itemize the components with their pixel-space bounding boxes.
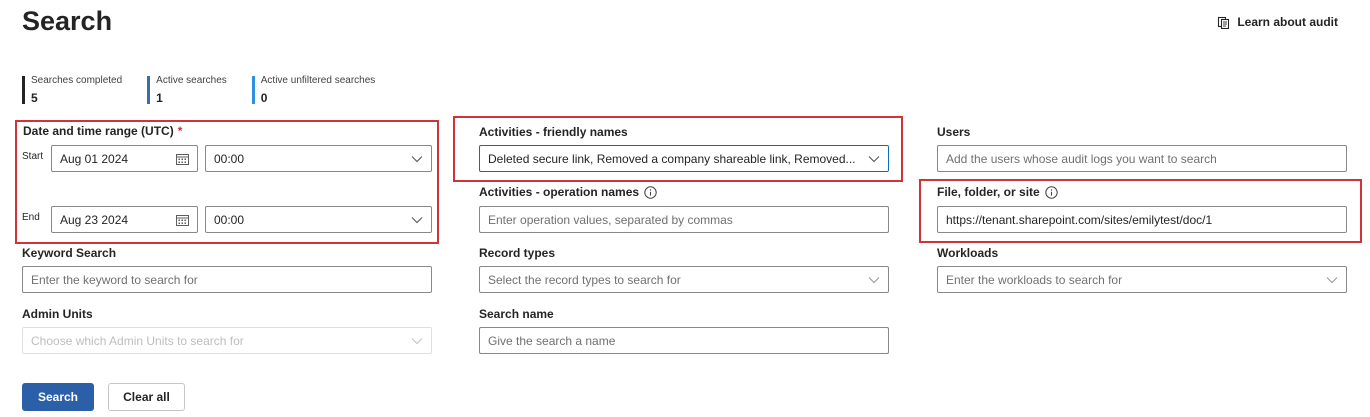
users-input[interactable]: Add the users whose audit logs you want … <box>937 145 1347 172</box>
workloads-dropdown[interactable]: Enter the workloads to search for <box>937 266 1347 293</box>
clear-all-button[interactable]: Clear all <box>108 383 185 411</box>
activities-friendly-highlight <box>453 116 903 182</box>
date-range-highlight <box>15 120 439 244</box>
stat-bar <box>147 76 151 104</box>
admin-units-placeholder: Choose which Admin Units to search for <box>31 333 244 348</box>
file-folder-site-highlight <box>919 179 1362 243</box>
admin-units-label: Admin Units <box>22 307 93 321</box>
stat-label: Searches completed <box>31 75 123 86</box>
workloads-label: Workloads <box>937 246 999 260</box>
stat-bar <box>251 76 255 104</box>
record-types-placeholder: Select the record types to search for <box>488 272 681 287</box>
keyword-search-placeholder: Enter the keyword to search for <box>31 272 198 287</box>
record-types-dropdown[interactable]: Select the record types to search for <box>479 266 889 293</box>
activities-operation-input[interactable]: Enter operation values, separated by com… <box>479 206 889 233</box>
stat-searches-completed: Searches completed 5 <box>22 75 123 105</box>
users-label: Users <box>937 125 971 139</box>
workloads-placeholder: Enter the workloads to search for <box>946 272 1123 287</box>
keyword-search-input[interactable]: Enter the keyword to search for <box>22 266 432 293</box>
search-name-placeholder: Give the search a name <box>488 333 616 348</box>
stat-bar <box>22 76 25 104</box>
search-button[interactable]: Search <box>22 383 94 411</box>
search-stats: Searches completed 5 Active searches 1 A… <box>22 75 400 105</box>
record-types-label: Record types <box>479 246 556 260</box>
chevron-down-icon <box>1326 276 1338 284</box>
info-icon[interactable] <box>644 185 657 199</box>
activities-operation-placeholder: Enter operation values, separated by com… <box>488 212 733 227</box>
stat-label: Active searches <box>156 75 227 86</box>
stat-active-unfiltered-searches: Active unfiltered searches 0 <box>251 75 376 105</box>
search-name-input[interactable]: Give the search a name <box>479 327 889 354</box>
page-title: Search <box>22 6 113 36</box>
search-name-label: Search name <box>479 307 554 321</box>
stat-value: 0 <box>260 91 268 105</box>
activities-operation-label-text: Activities - operation names <box>479 185 640 199</box>
keyword-search-label: Keyword Search <box>22 246 117 260</box>
stat-value: 5 <box>31 91 38 105</box>
chevron-down-icon <box>868 276 880 284</box>
learn-about-audit-label: Learn about audit <box>1237 15 1338 29</box>
activities-operation-label: Activities - operation names <box>479 185 657 199</box>
users-placeholder: Add the users whose audit logs you want … <box>946 151 1217 166</box>
learn-about-audit-link[interactable]: Learn about audit <box>1217 15 1338 29</box>
stat-active-searches: Active searches 1 <box>147 75 227 105</box>
chevron-down-icon <box>411 337 423 345</box>
book-icon <box>1217 16 1230 29</box>
admin-units-dropdown[interactable]: Choose which Admin Units to search for <box>22 327 432 354</box>
stat-label: Active unfiltered searches <box>260 75 376 86</box>
stat-value: 1 <box>156 91 163 105</box>
